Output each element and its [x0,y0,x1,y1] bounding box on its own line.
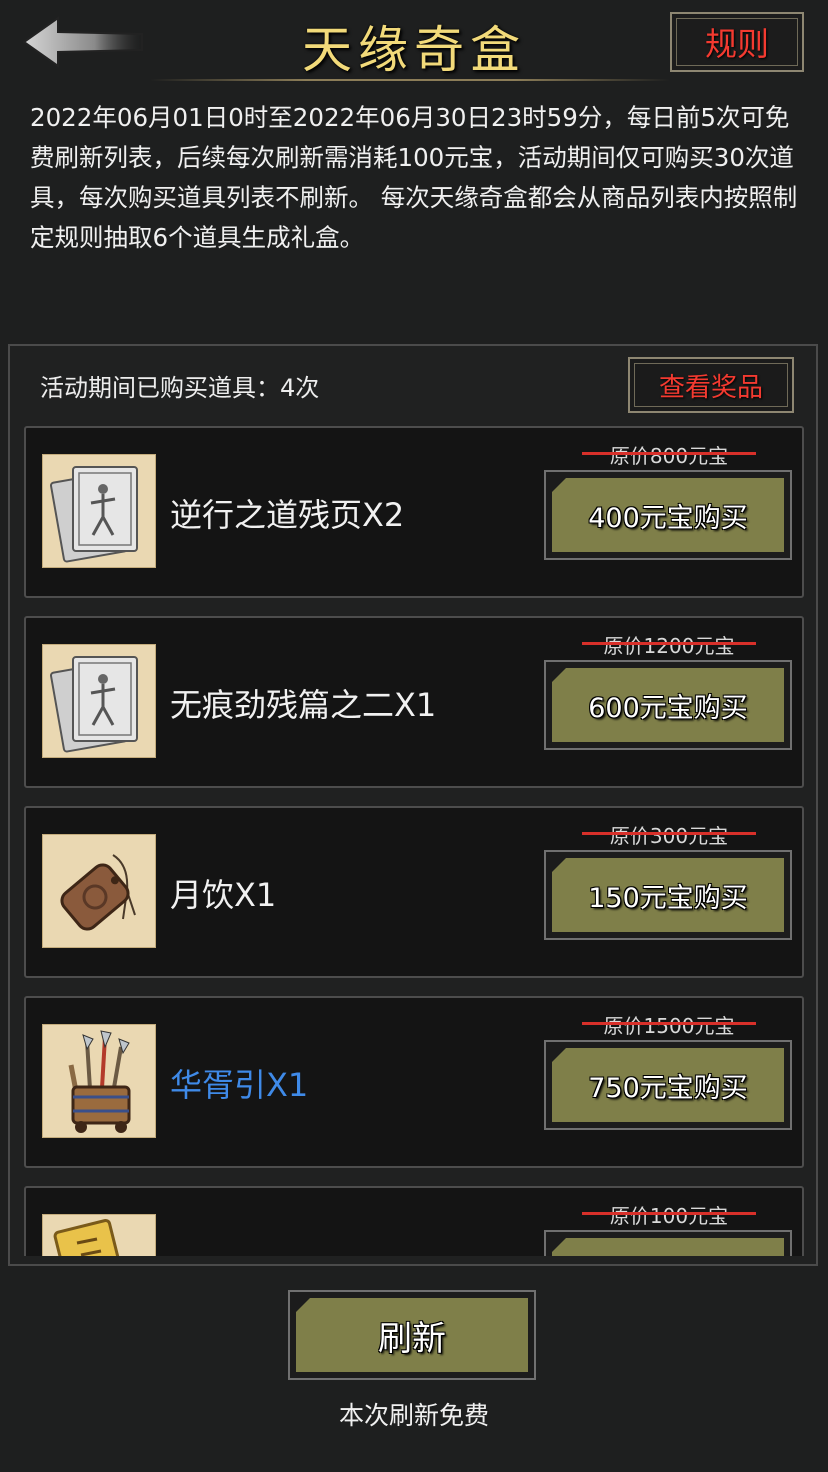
buy-button[interactable]: 150元宝购买 [544,850,792,940]
original-price: 原价300元宝 [582,820,756,849]
buy-button[interactable]: 600元宝购买 [544,660,792,750]
buy-button[interactable]: 750元宝购买 [544,1040,792,1130]
list-item: 华胥引X1 原价1500元宝 750元宝购买 [24,996,804,1168]
item-name: 逆行之道残页X2 [170,496,405,534]
item-list[interactable]: 逆行之道残页X2 原价800元宝 400元宝购买 无痕劲残篇之二X1 原价120… [24,424,806,1256]
rules-button-label: 规则 [704,25,769,63]
refresh-button[interactable]: 刷新 [288,1290,536,1380]
list-item: 月饮X1 原价300元宝 150元宝购买 [24,806,804,978]
item-name: 月饮X1 [170,876,277,914]
rules-button[interactable]: 规则 [670,12,804,72]
buy-button[interactable]: 400元宝购买 [544,470,792,560]
buy-button-label: 750元宝购买 [588,1072,748,1104]
buy-button[interactable] [544,1230,792,1256]
scroll-pages-icon [42,454,156,568]
original-price: 原价1200元宝 [582,630,756,659]
buy-button-label: 600元宝购买 [588,692,748,724]
refresh-cost-note: 本次刷新免费 [338,1401,489,1430]
view-prizes-button[interactable]: 查看奖品 [628,357,794,413]
view-prizes-label: 查看奖品 [658,372,763,403]
shop-panel: 活动期间已购买道具：4次 查看奖品 逆行之道残页X2 原价800元宝 400元宝… [8,344,818,1266]
list-item: 原价100元宝 [24,1186,804,1256]
item-name: 华胥引X1 [170,1066,309,1104]
scroll-pages-icon [42,644,156,758]
list-item: 无痕劲残篇之二X1 原价1200元宝 600元宝购买 [24,616,804,788]
title-divider [150,79,670,81]
list-item: 逆行之道残页X2 原价800元宝 400元宝购买 [24,426,804,598]
wooden-token-icon [42,834,156,948]
item-name: 无痕劲残篇之二X1 [170,686,437,724]
seal-talisman-icon [42,1214,156,1256]
weapon-rack-icon [42,1024,156,1138]
original-price: 原价1500元宝 [582,1010,756,1039]
buy-button-label: 150元宝购买 [588,882,748,914]
refresh-button-label: 刷新 [378,1318,446,1359]
purchased-count: 活动期间已购买道具：4次 [40,374,320,402]
original-price: 原价800元宝 [582,440,756,469]
original-price: 原价100元宝 [582,1200,756,1229]
buy-button-label: 400元宝购买 [588,502,748,534]
event-description: 2022年06月01日0时至2022年06月30日23时59分，每日前5次可免费… [30,103,798,252]
